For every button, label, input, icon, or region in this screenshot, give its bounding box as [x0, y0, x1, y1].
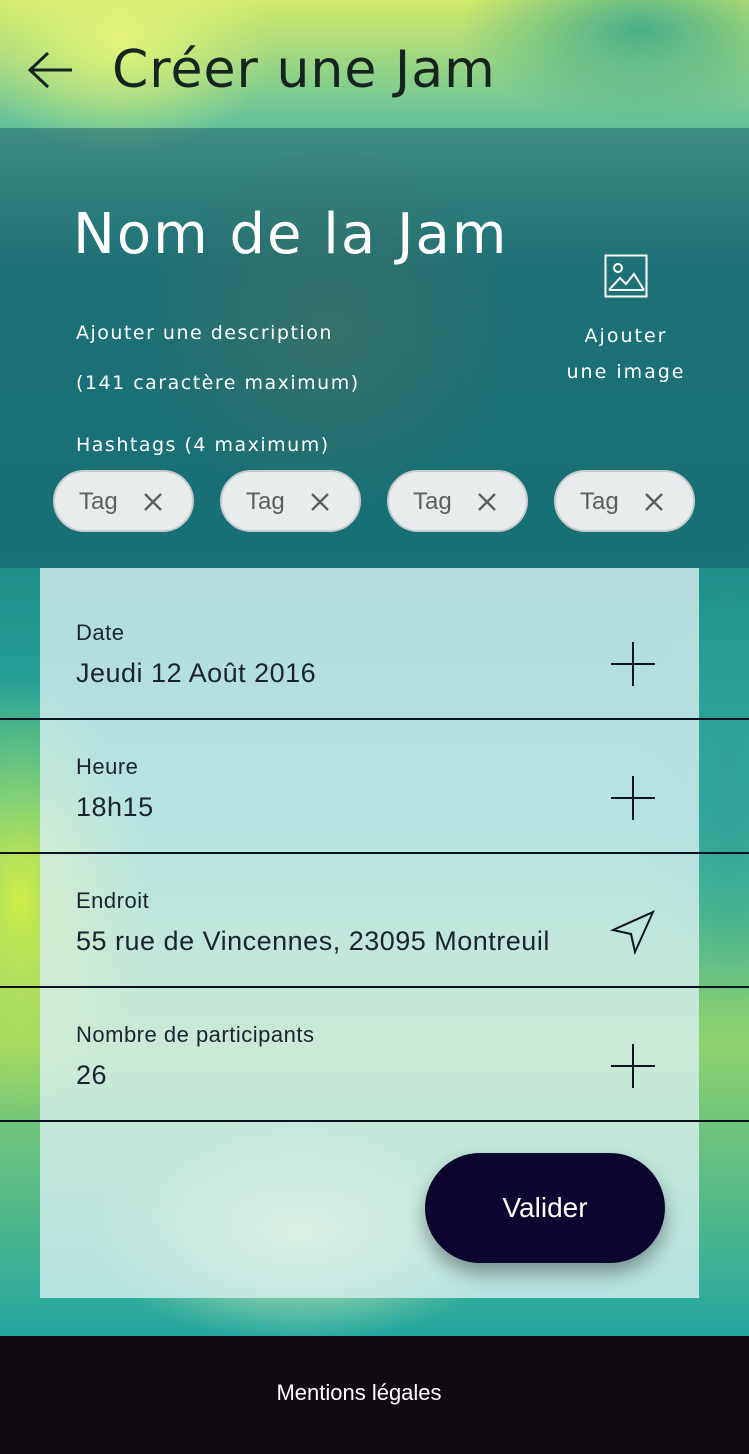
arrow-left-icon [27, 51, 72, 89]
legal-link[interactable]: Mentions légales [0, 1380, 718, 1406]
date-value: Jeudi 12 Août 2016 [76, 658, 317, 688]
tag-chip[interactable]: Tag [53, 470, 194, 532]
close-icon[interactable] [143, 492, 163, 512]
divider [0, 852, 749, 854]
date-field[interactable]: Date Jeudi 12 Août 2016 [40, 568, 699, 702]
time-field[interactable]: Heure 18h15 [40, 702, 699, 836]
time-value: 18h15 [76, 792, 154, 822]
participants-value: 26 [76, 1060, 108, 1090]
add-image-label-line1: Ajouter [584, 325, 668, 347]
location-value: 55 rue de Vincennes, 23095 Montreuil [76, 926, 550, 956]
description-limit: (141 caractère maximum) [76, 372, 360, 394]
close-icon[interactable] [310, 492, 330, 512]
tag-chip[interactable]: Tag [220, 470, 361, 532]
location-field[interactable]: Endroit 55 rue de Vincennes, 23095 Montr… [40, 836, 699, 970]
jam-name-input[interactable]: Nom de la Jam [73, 202, 508, 267]
tag-chip[interactable]: Tag [387, 470, 528, 532]
tag-label: Tag [413, 488, 452, 515]
header: Créer une Jam [0, 0, 749, 128]
page-title: Créer une Jam [112, 40, 496, 100]
participants-label: Nombre de participants [76, 1022, 315, 1047]
date-label: Date [76, 620, 125, 645]
back-button[interactable] [26, 50, 76, 90]
tag-label: Tag [246, 488, 285, 515]
plus-icon[interactable] [609, 774, 657, 822]
footer: Mentions légales [0, 1336, 749, 1454]
tag-chip[interactable]: Tag [554, 470, 695, 532]
close-icon[interactable] [644, 492, 664, 512]
divider [0, 718, 749, 720]
jam-hero: Nom de la Jam Ajouter une description (1… [0, 128, 749, 568]
tag-label: Tag [79, 488, 118, 515]
divider [0, 986, 749, 988]
plus-icon[interactable] [609, 640, 657, 688]
time-label: Heure [76, 754, 139, 779]
add-image-button[interactable]: Ajouter une image [560, 254, 692, 390]
participants-field[interactable]: Nombre de participants 26 [40, 970, 699, 1104]
tag-list: Tag Tag Tag Tag [53, 470, 713, 534]
location-label: Endroit [76, 888, 150, 913]
plus-icon[interactable] [609, 1042, 657, 1090]
location-arrow-icon[interactable] [609, 908, 657, 956]
submit-button[interactable]: Valider [425, 1153, 665, 1263]
close-icon[interactable] [477, 492, 497, 512]
image-icon [604, 254, 648, 298]
hashtags-label: Hashtags (4 maximum) [76, 434, 330, 456]
divider [0, 1120, 749, 1122]
tag-label: Tag [580, 488, 619, 515]
add-image-label-line2: une image [566, 361, 686, 383]
description-input[interactable]: Ajouter une description [76, 322, 333, 344]
